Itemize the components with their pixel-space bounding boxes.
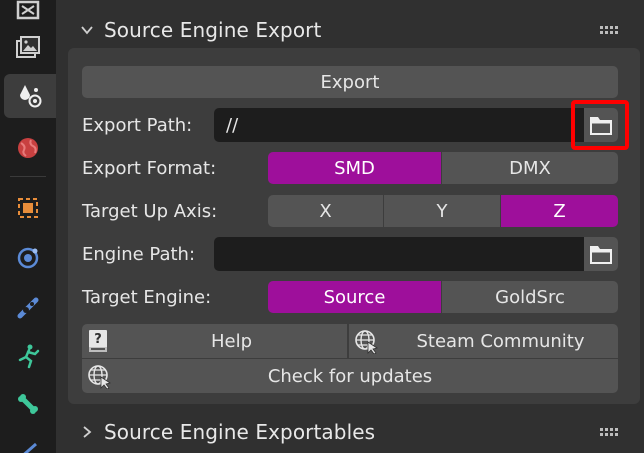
target-engine-goldsrc-option[interactable]: GoldSrc (442, 281, 618, 313)
engine-path-browse-button[interactable] (584, 237, 618, 271)
physics-tab[interactable] (6, 334, 50, 378)
bone-icon (18, 394, 38, 414)
help-button[interactable]: ? Help (82, 324, 348, 358)
target-engine-label: Target Engine: (82, 286, 212, 308)
scene-tab[interactable] (4, 74, 56, 118)
constraint-icon (23, 442, 37, 453)
world-tab[interactable] (6, 126, 50, 170)
svg-text:?: ? (94, 332, 102, 347)
world-icon (18, 138, 38, 158)
steam-community-button[interactable]: Steam Community (349, 324, 618, 358)
export-panel-header[interactable]: Source Engine Export (80, 10, 628, 50)
steam-community-button-label: Steam Community (416, 330, 585, 352)
export-path-label: Export Path: (82, 114, 193, 136)
modifier-icon (17, 247, 39, 269)
physics-icon (18, 344, 40, 369)
object-icon (18, 198, 38, 218)
up-axis-label: Target Up Axis: (82, 200, 218, 222)
image-output-tab[interactable] (6, 26, 50, 70)
chevron-right-icon (83, 426, 92, 438)
properties-content: Source Engine Export Export Export Path:… (56, 0, 644, 453)
up-axis-y-option[interactable]: Y (384, 195, 501, 227)
export-button[interactable]: Export (82, 66, 618, 98)
up-axis-selector: X Y Z (268, 195, 618, 227)
render-output-icon (16, 0, 40, 20)
export-path-input[interactable]: // (214, 108, 584, 142)
engine-path-input[interactable] (214, 237, 584, 271)
export-panel-body: Export Export Path: // Export Format: SM… (68, 48, 640, 404)
image-output-icon (16, 36, 40, 58)
chevron-down-icon (81, 26, 93, 35)
scene-icon (20, 85, 42, 108)
properties-tab-sidebar (0, 0, 56, 453)
up-axis-z-option[interactable]: Z (501, 195, 618, 227)
object-tab[interactable] (6, 186, 50, 230)
engine-path-label: Engine Path: (82, 243, 196, 265)
modifier-tab[interactable] (6, 236, 50, 280)
bone-tab[interactable] (6, 382, 50, 426)
target-engine-source-option[interactable]: Source (268, 281, 442, 313)
up-axis-x-option[interactable]: X (268, 195, 384, 227)
target-engine-selector: Source GoldSrc (268, 281, 618, 313)
help-button-label: Help (210, 330, 253, 352)
tab-separator (10, 176, 46, 177)
export-panel-title: Source Engine Export (104, 18, 322, 42)
export-format-selector: SMD DMX (268, 152, 618, 184)
export-format-dmx-option[interactable]: DMX (442, 152, 618, 184)
constraint-tab[interactable] (6, 430, 50, 453)
check-updates-button-label: Check for updates (267, 365, 433, 387)
folder-icon (590, 246, 612, 264)
export-format-label: Export Format: (82, 157, 217, 179)
particles-icon (17, 297, 39, 319)
drag-grip-icon[interactable] (600, 428, 620, 436)
export-format-smd-option[interactable]: SMD (268, 152, 442, 184)
help-icon: ? (82, 324, 116, 358)
check-updates-button[interactable]: Check for updates (82, 359, 618, 393)
highlight-box (571, 100, 629, 150)
drag-grip-icon[interactable] (600, 26, 620, 34)
globe-link-icon (82, 359, 116, 393)
exportables-panel-header[interactable]: Source Engine Exportables (80, 412, 628, 452)
particles-tab[interactable] (6, 286, 50, 330)
globe-link-icon (349, 324, 383, 358)
exportables-panel-title: Source Engine Exportables (104, 420, 376, 444)
